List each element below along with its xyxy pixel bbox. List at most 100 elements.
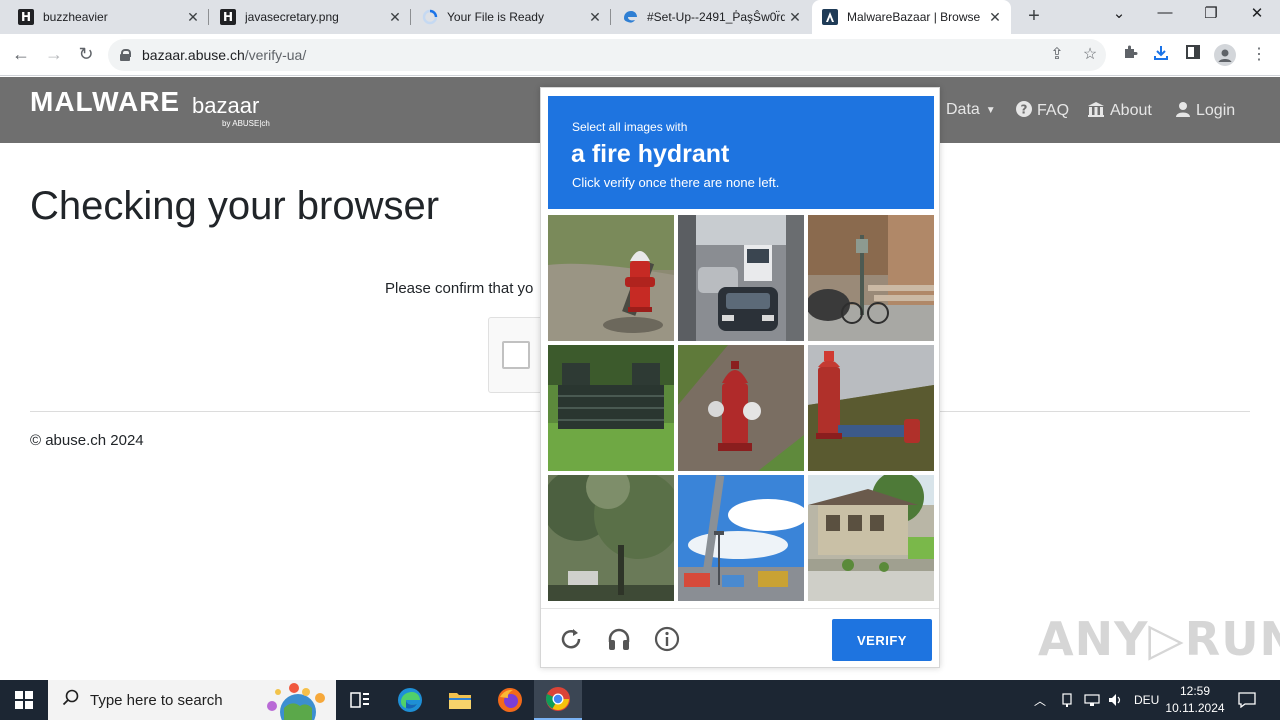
tab-separator: [208, 9, 209, 25]
clock-time: 12:59: [1179, 684, 1211, 698]
captcha-prompt-header: Select all images with a fire hydrant Cl…: [548, 96, 934, 209]
tab-buzzheavier[interactable]: H buzzheavier ✕: [8, 0, 209, 34]
close-icon[interactable]: ✕: [385, 9, 405, 26]
building-icon: [1087, 101, 1105, 121]
windows-taskbar: Type here to search ︿ DEU 12:59 10.11.20…: [0, 680, 1280, 725]
tab-title: buzzheavier: [43, 10, 108, 24]
taskbar-clock[interactable]: 12:59 10.11.2024: [1160, 683, 1230, 717]
building-street-image: [808, 475, 934, 601]
taskbar-search-box[interactable]: Type here to search: [48, 680, 336, 725]
download-icon[interactable]: [1150, 44, 1172, 67]
volume-icon[interactable]: [1108, 680, 1124, 720]
forward-arrow-icon[interactable]: →: [42, 44, 66, 65]
captcha-challenge-dialog: Select all images with a fire hydrant Cl…: [540, 87, 940, 668]
tab-your-file-is-ready[interactable]: Your File is Ready ✕: [412, 0, 611, 34]
confirm-text: Please confirm that yo: [385, 280, 534, 297]
new-tab-button[interactable]: +: [1022, 5, 1046, 28]
user-icon: [1175, 101, 1191, 121]
tab-strip: H buzzheavier ✕ H javasecretary.png ✕ Yo…: [0, 0, 1280, 34]
captcha-tile-3[interactable]: [808, 215, 934, 341]
anyrun-watermark: ANY▷RUN: [1038, 612, 1280, 666]
tab-separator: [610, 9, 611, 25]
network-icon[interactable]: [1084, 680, 1100, 720]
captcha-tile-2[interactable]: [678, 215, 804, 341]
captcha-tile-6[interactable]: [808, 345, 934, 471]
share-icon[interactable]: ⇪: [1046, 44, 1068, 64]
logo-by: by ABUSE|ch: [222, 119, 270, 128]
tab-title: #Set-Up--2491_P̓aşŜw0r̈d: [647, 10, 785, 24]
info-icon[interactable]: [653, 625, 681, 653]
close-icon[interactable]: ✕: [183, 9, 203, 26]
extensions-puzzle-icon[interactable]: [1119, 44, 1141, 65]
tab-setup[interactable]: #Set-Up--2491_P̓aşŜw0r̈d ✕: [612, 0, 811, 34]
nav-about-label: About: [1110, 102, 1152, 119]
stairs-bicycle-image: [808, 215, 934, 341]
tab-title: javasecretary.png: [245, 10, 339, 24]
captcha-tile-9[interactable]: [808, 475, 934, 601]
task-view-icon[interactable]: [336, 680, 384, 720]
close-icon[interactable]: ✕: [585, 9, 605, 26]
file-explorer-icon[interactable]: [436, 680, 484, 720]
close-icon[interactable]: ✕: [785, 9, 805, 26]
url-text: bazaar.abuse.ch/verify-ua/: [142, 47, 307, 63]
fire-hydrant-image: [678, 345, 804, 471]
verify-button[interactable]: VERIFY: [832, 619, 932, 661]
clock-date: 10.11.2024: [1165, 701, 1225, 715]
reload-icon[interactable]: ↻: [74, 44, 98, 65]
captcha-tile-1[interactable]: [548, 215, 674, 341]
h-favicon-icon: H: [18, 9, 34, 25]
close-icon[interactable]: ✕: [985, 9, 1005, 26]
captcha-checkbox[interactable]: [502, 341, 530, 369]
stone-wall-image: [548, 345, 674, 471]
page-title: Checking your browser: [30, 184, 440, 228]
street-cars-image: [678, 215, 804, 341]
logo-sub[interactable]: bazaar: [192, 93, 259, 119]
nav-faq[interactable]: ? FAQ: [1016, 101, 1069, 121]
minimize-button[interactable]: —: [1150, 4, 1180, 21]
captcha-tile-7[interactable]: [548, 475, 674, 601]
back-arrow-icon[interactable]: ←: [9, 44, 33, 65]
question-circle-icon: ?: [1016, 101, 1032, 121]
close-window-button[interactable]: ✕: [1242, 4, 1272, 22]
captcha-tile-5[interactable]: [678, 345, 804, 471]
nav-login[interactable]: Login: [1175, 101, 1235, 121]
nav-data[interactable]: Data ▼: [946, 101, 996, 119]
logo-main[interactable]: MALWARE: [30, 86, 180, 118]
notification-icon[interactable]: [1238, 680, 1256, 720]
address-bar[interactable]: bazaar.abuse.ch/verify-ua/: [108, 39, 1106, 71]
refresh-icon[interactable]: [557, 625, 585, 653]
language-indicator[interactable]: DEU: [1134, 680, 1159, 720]
captcha-tile-4[interactable]: [548, 345, 674, 471]
captcha-tile-8[interactable]: [678, 475, 804, 601]
chrome-taskbar-icon[interactable]: [534, 680, 582, 720]
street-pole-image: [678, 475, 804, 601]
network-device-icon[interactable]: [1060, 680, 1074, 720]
profile-avatar-icon[interactable]: [1214, 44, 1236, 71]
nav-data-label: Data: [946, 101, 980, 118]
headphones-icon[interactable]: [605, 625, 633, 653]
menu-kebab-icon[interactable]: ⋮: [1248, 44, 1270, 64]
tab-search-chevron-icon[interactable]: ⌄: [1104, 4, 1134, 22]
captcha-checkbox-widget: [488, 317, 548, 393]
side-panel-icon[interactable]: [1182, 44, 1204, 65]
tab-malwarebazaar[interactable]: MalwareBazaar | Browse ✕: [812, 0, 1011, 34]
firefox-icon[interactable]: [486, 680, 534, 720]
tab-javasecretary[interactable]: H javasecretary.png ✕: [210, 0, 411, 34]
nav-faq-label: FAQ: [1037, 102, 1070, 119]
svg-text:?: ?: [1021, 103, 1028, 117]
tab-separator: [410, 9, 411, 25]
nav-about[interactable]: About: [1087, 101, 1152, 121]
trees-image: [548, 475, 674, 601]
show-hidden-icons-chevron-icon[interactable]: ︿: [1034, 680, 1046, 720]
windows-start-icon[interactable]: [0, 680, 48, 720]
captcha-prompt-object: a fire hydrant: [571, 140, 730, 168]
bookmark-star-icon[interactable]: ☆: [1079, 44, 1101, 64]
restore-button[interactable]: ❐: [1196, 4, 1226, 22]
edge-taskbar-icon[interactable]: [386, 680, 434, 720]
search-highlight-icon: [260, 682, 334, 725]
lock-icon[interactable]: [120, 49, 131, 61]
tab-title: Your File is Ready: [447, 10, 544, 24]
browser-toolbar: ← → ↻ bazaar.abuse.ch/verify-ua/ ⇪ ☆ ⋮: [0, 34, 1280, 76]
captcha-image-grid: [548, 215, 934, 601]
tab-title: MalwareBazaar | Browse: [847, 10, 981, 24]
